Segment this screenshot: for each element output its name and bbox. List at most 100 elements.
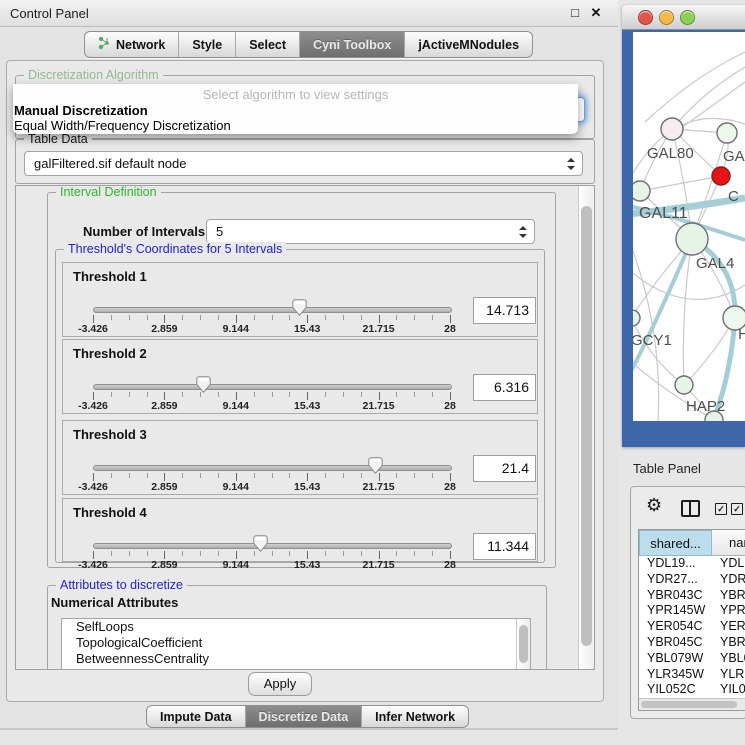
slider-track[interactable] bbox=[93, 465, 452, 471]
close-button[interactable] bbox=[638, 10, 653, 25]
table-row[interactable]: YBL079WYBL079W bbox=[639, 651, 745, 667]
slider-tick bbox=[361, 315, 362, 320]
split-column-icon[interactable] bbox=[681, 500, 700, 517]
slider-track[interactable] bbox=[93, 384, 452, 390]
tab-select[interactable]: Select bbox=[236, 32, 300, 57]
threshold-box: Threshold 4-3.4262.8599.14415.4321.71528… bbox=[62, 498, 538, 562]
slider-tick bbox=[396, 551, 397, 556]
minimize-button[interactable] bbox=[659, 10, 674, 25]
zoom-button[interactable] bbox=[680, 10, 695, 25]
table-hscrollbar-track[interactable] bbox=[639, 698, 745, 710]
attribute-item[interactable]: SelfLoops bbox=[62, 619, 530, 635]
tab-label: Select bbox=[249, 38, 286, 52]
node-gcy1[interactable] bbox=[633, 310, 640, 326]
tab-network[interactable]: Network bbox=[85, 32, 179, 57]
close-window-icon[interactable]: ✕ bbox=[588, 5, 604, 21]
slider-thumb[interactable] bbox=[253, 535, 268, 557]
table-row[interactable]: YBR043CYBR043C bbox=[639, 588, 745, 604]
table-row[interactable]: YDR27...YDR27... bbox=[639, 572, 745, 588]
float-window-icon[interactable]: □ bbox=[567, 5, 583, 20]
slider-tick bbox=[307, 392, 308, 400]
slider-tick bbox=[182, 392, 183, 397]
numerical-attributes-list[interactable]: SelfLoopsTopologicalCoefficientBetweenne… bbox=[61, 618, 531, 670]
slider-tick bbox=[289, 551, 290, 556]
cell-name: YBR043C bbox=[720, 588, 745, 604]
gear-icon[interactable]: ⚙ bbox=[646, 495, 662, 516]
tick-label: 15.43 bbox=[294, 481, 320, 493]
table-row[interactable]: YER054CYER054C bbox=[639, 619, 745, 635]
tick-label: 9.144 bbox=[223, 323, 249, 335]
slider-tick bbox=[200, 551, 201, 556]
list-scrollbar-thumb[interactable] bbox=[519, 625, 528, 663]
slider-tick bbox=[164, 551, 165, 559]
tick-label: 2.859 bbox=[151, 481, 177, 493]
slider-thumb[interactable] bbox=[196, 376, 211, 398]
tick-label: 2.859 bbox=[151, 400, 177, 412]
node-hap2[interactable] bbox=[675, 376, 693, 394]
tab-infer-network[interactable]: Infer Network bbox=[362, 706, 468, 727]
threshold-label: Threshold 2 bbox=[73, 346, 147, 361]
tab-cyni-toolbox[interactable]: Cyni Toolbox bbox=[300, 32, 405, 57]
threshold-value-field[interactable]: 21.4 bbox=[473, 455, 536, 482]
slider-track[interactable] bbox=[93, 307, 452, 313]
cell-shared-name: YER054C bbox=[647, 619, 703, 635]
settings-scrollbar-track[interactable] bbox=[578, 186, 595, 669]
thresholds-group: Threshold's Coordinates for 5 Intervals … bbox=[55, 249, 545, 563]
node-gal4[interactable] bbox=[676, 223, 708, 255]
tab-impute-data[interactable]: Impute Data bbox=[147, 706, 246, 727]
slider-tick bbox=[147, 551, 148, 556]
slider-thumb[interactable] bbox=[368, 457, 383, 479]
algorithm-option[interactable]: Manual Discretization bbox=[14, 103, 574, 118]
node-gal11[interactable] bbox=[633, 181, 650, 201]
slider-tick bbox=[218, 473, 219, 478]
table-data-combobox[interactable]: galFiltered.sif default node bbox=[24, 151, 583, 176]
threshold-value-field[interactable]: 11.344 bbox=[473, 533, 536, 560]
attribute-item[interactable]: TopologicalCoefficient bbox=[62, 635, 530, 651]
table-hscrollbar-thumb[interactable] bbox=[641, 701, 737, 708]
attribute-item[interactable]: BetweennessCentrality bbox=[62, 651, 530, 667]
number-of-intervals-combobox[interactable]: 5 bbox=[206, 219, 535, 244]
node-top-right[interactable] bbox=[717, 123, 737, 143]
threshold-value-field[interactable]: 6.316 bbox=[473, 374, 536, 401]
checkbox-icon[interactable]: ✓ bbox=[715, 503, 727, 515]
tick-label: 9.144 bbox=[223, 559, 249, 571]
window-bottom-divider bbox=[0, 728, 618, 730]
table-row[interactable]: YDL19...YDL19... bbox=[639, 556, 745, 572]
settings-scrollbar-thumb[interactable] bbox=[581, 206, 592, 646]
table-row[interactable]: YBR045CYBR045C bbox=[639, 635, 745, 651]
column-header-name[interactable]: name bbox=[712, 530, 745, 556]
slider-tick bbox=[182, 551, 183, 556]
settings-scroll-pane: Interval Definition Number of Intervals … bbox=[15, 185, 595, 670]
slider-tick bbox=[111, 551, 112, 556]
tab-jactivemnodules[interactable]: jActiveMNodules bbox=[405, 32, 532, 57]
slider-tick bbox=[343, 392, 344, 397]
tick-label: 28 bbox=[444, 400, 456, 412]
table-row[interactable]: YPR145WYPR145W bbox=[639, 603, 745, 619]
slider-tick bbox=[414, 551, 415, 556]
slider-thumb[interactable] bbox=[292, 299, 307, 321]
table-row[interactable]: YLR345WYLR345W bbox=[639, 667, 745, 683]
slider-track[interactable] bbox=[93, 543, 452, 549]
slider-tick bbox=[200, 473, 201, 478]
checkbox-icon[interactable]: ✓ bbox=[731, 503, 743, 515]
apply-button[interactable]: Apply bbox=[248, 672, 312, 696]
network-canvas[interactable]: GAL80GACGAL11GAL4GCY1HHAP2 bbox=[633, 32, 745, 421]
slider-tick bbox=[272, 315, 273, 320]
table-row[interactable]: YIL052CYIL052C bbox=[639, 682, 745, 698]
network-window-titlebar[interactable] bbox=[622, 5, 745, 30]
tab-discretize-data[interactable]: Discretize Data bbox=[246, 706, 363, 727]
slider-tick bbox=[289, 392, 290, 397]
table-panel: ⚙ ✓ ✓ shared... name YDL19...YDL19...YDR… bbox=[630, 486, 745, 719]
threshold-value-field[interactable]: 14.713 bbox=[473, 297, 536, 324]
slider-tick bbox=[254, 473, 255, 478]
node-selected-red[interactable] bbox=[712, 167, 730, 185]
tab-style[interactable]: Style bbox=[179, 32, 236, 57]
slider-tick bbox=[93, 473, 94, 481]
number-of-intervals-label: Number of Intervals bbox=[83, 224, 205, 239]
column-header-shared-name[interactable]: shared... bbox=[639, 530, 712, 556]
algorithm-dropdown-popup: Select algorithm to view settings Manual… bbox=[13, 84, 578, 134]
node-gal80[interactable] bbox=[661, 118, 683, 140]
list-scrollbar-track[interactable] bbox=[516, 619, 530, 670]
algorithm-option[interactable]: Equal Width/Frequency Discretization bbox=[14, 118, 574, 133]
slider-tick bbox=[93, 315, 94, 323]
